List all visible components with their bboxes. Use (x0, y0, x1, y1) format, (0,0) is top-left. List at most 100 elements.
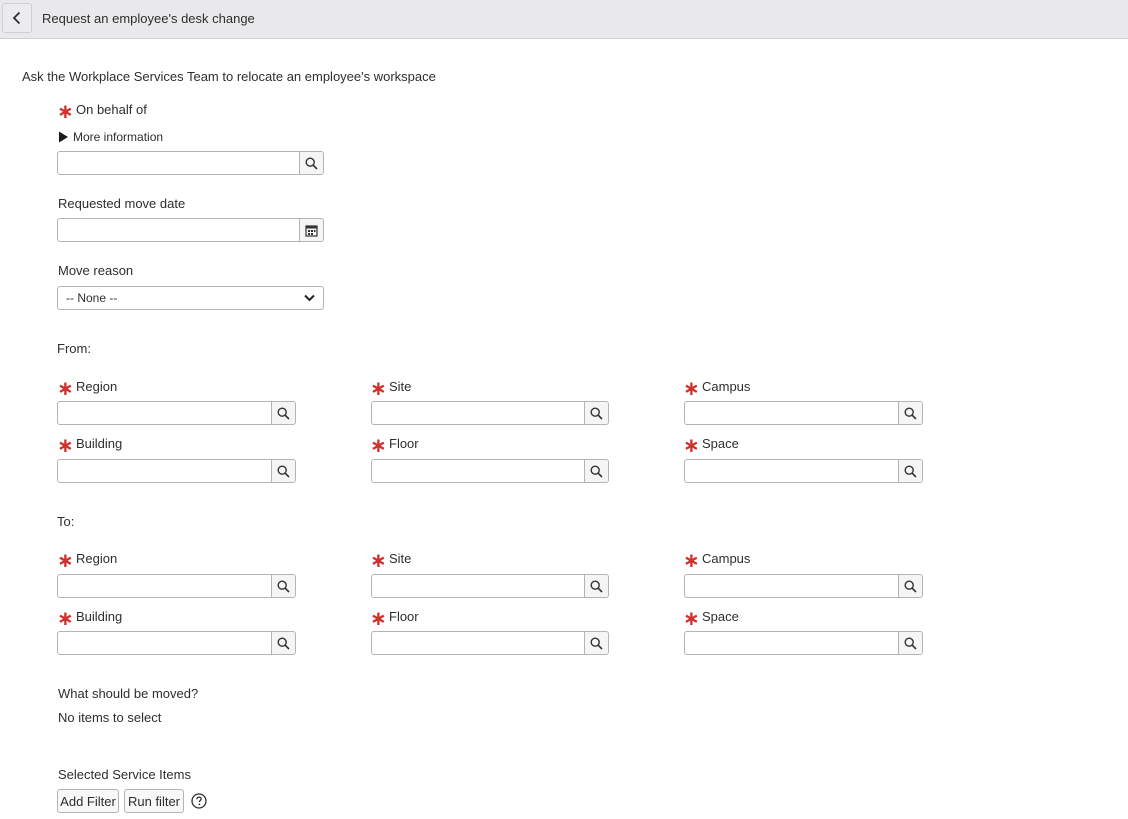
from-space-text: Space (702, 436, 739, 451)
from-region-label: ∗ Region (57, 378, 117, 400)
to-building-label: ∗ Building (57, 608, 123, 630)
from-space-lookup (684, 459, 923, 483)
from-site-text: Site (389, 379, 412, 394)
required-icon: ∗ (57, 608, 74, 630)
to-building-search-button[interactable] (271, 632, 295, 654)
move-reason-select[interactable]: -- None -- (57, 286, 324, 310)
from-site-search-button[interactable] (584, 402, 608, 424)
search-icon (590, 464, 603, 478)
move-date-calendar-button[interactable] (299, 219, 323, 241)
move-date-label: Requested move date (58, 196, 186, 211)
search-icon (590, 636, 603, 650)
required-icon: ∗ (57, 101, 74, 123)
required-icon: ∗ (683, 435, 700, 457)
chevron-down-icon (304, 294, 315, 302)
required-icon: ∗ (683, 378, 700, 400)
from-building-search-button[interactable] (271, 460, 295, 482)
to-campus-label: ∗ Campus (683, 551, 750, 571)
to-floor-search-button[interactable] (584, 632, 608, 654)
to-site-lookup (371, 574, 609, 598)
items-label: What should be moved? (58, 686, 199, 701)
page-header: Request an employee's desk change (0, 0, 1128, 39)
required-icon: ∗ (370, 435, 387, 457)
from-floor-search-button[interactable] (584, 460, 608, 482)
to-region-search-button[interactable] (271, 575, 295, 597)
search-icon (590, 579, 603, 593)
add-filter-button[interactable]: Add Filter (57, 789, 119, 813)
to-site-search-button[interactable] (584, 575, 608, 597)
to-site-label: ∗ Site (370, 550, 411, 572)
to-floor-input[interactable] (372, 632, 584, 654)
from-floor-input[interactable] (372, 460, 584, 482)
from-campus-text: Campus (702, 379, 751, 394)
search-icon (277, 636, 290, 650)
on-behalf-of-lookup (57, 151, 324, 175)
calendar-icon (305, 224, 318, 237)
search-icon (904, 636, 917, 650)
form-description: Ask the Workplace Services Team to reloc… (22, 69, 436, 84)
move-date-input[interactable] (58, 219, 299, 241)
to-campus-input[interactable] (685, 575, 898, 597)
required-icon: ∗ (370, 608, 387, 630)
to-floor-text: Floor (389, 609, 419, 624)
on-behalf-of-text: On behalf of (76, 102, 147, 117)
page-title: Request an employee's desk change (42, 11, 255, 26)
run-filter-button[interactable]: Run filter (124, 789, 184, 813)
more-information-toggle[interactable]: More information (58, 130, 163, 144)
search-icon (904, 579, 917, 593)
to-space-label: ∗ Space (683, 608, 739, 630)
required-icon: ∗ (57, 550, 74, 572)
on-behalf-of-input[interactable] (58, 152, 299, 174)
service-items-label: Selected Service Items (58, 767, 191, 782)
search-icon (590, 406, 603, 420)
to-building-text: Building (76, 609, 123, 624)
search-icon (305, 156, 318, 170)
required-icon: ∗ (370, 378, 387, 400)
from-space-input[interactable] (685, 460, 898, 482)
to-region-text: Region (76, 551, 118, 566)
from-campus-label: ∗ Campus (683, 378, 751, 400)
from-campus-lookup (684, 401, 923, 425)
to-space-input[interactable] (685, 632, 898, 654)
to-space-search-button[interactable] (898, 632, 922, 654)
required-icon: ∗ (57, 378, 74, 400)
from-floor-text: Floor (389, 436, 419, 451)
from-building-label: ∗ Building (57, 435, 123, 457)
required-icon: ∗ (57, 435, 74, 457)
triangle-right-icon (59, 131, 68, 143)
search-icon (277, 579, 290, 593)
to-region-label: ∗ Region (57, 550, 118, 572)
to-campus-search-button[interactable] (898, 575, 922, 597)
to-building-lookup (57, 631, 296, 655)
from-building-text: Building (76, 436, 123, 451)
to-floor-label: ∗ Floor (370, 608, 419, 630)
from-space-label: ∗ Space (683, 435, 739, 457)
back-button[interactable] (2, 3, 32, 33)
to-campus-lookup (684, 574, 923, 598)
to-building-input[interactable] (58, 632, 271, 654)
from-campus-search-button[interactable] (898, 402, 922, 424)
required-icon: ∗ (370, 550, 387, 572)
from-site-lookup (371, 401, 609, 425)
from-campus-input[interactable] (685, 402, 898, 424)
help-button[interactable] (191, 793, 207, 809)
move-reason-selected: -- None -- (66, 291, 118, 305)
search-icon (904, 406, 917, 420)
to-heading: To: (57, 514, 75, 529)
required-icon: ∗ (683, 608, 700, 630)
more-information-text: More information (73, 130, 164, 144)
from-space-search-button[interactable] (898, 460, 922, 482)
from-region-input[interactable] (58, 402, 271, 424)
chevron-left-icon (12, 11, 21, 25)
to-floor-lookup (371, 631, 609, 655)
to-space-lookup (684, 631, 923, 655)
search-icon (277, 406, 290, 420)
from-building-input[interactable] (58, 460, 271, 482)
from-site-input[interactable] (372, 402, 584, 424)
from-region-search-button[interactable] (271, 402, 295, 424)
move-date-field (57, 218, 324, 242)
to-region-input[interactable] (58, 575, 271, 597)
to-space-text: Space (702, 609, 739, 624)
on-behalf-of-search-button[interactable] (299, 152, 323, 174)
to-site-input[interactable] (372, 575, 584, 597)
